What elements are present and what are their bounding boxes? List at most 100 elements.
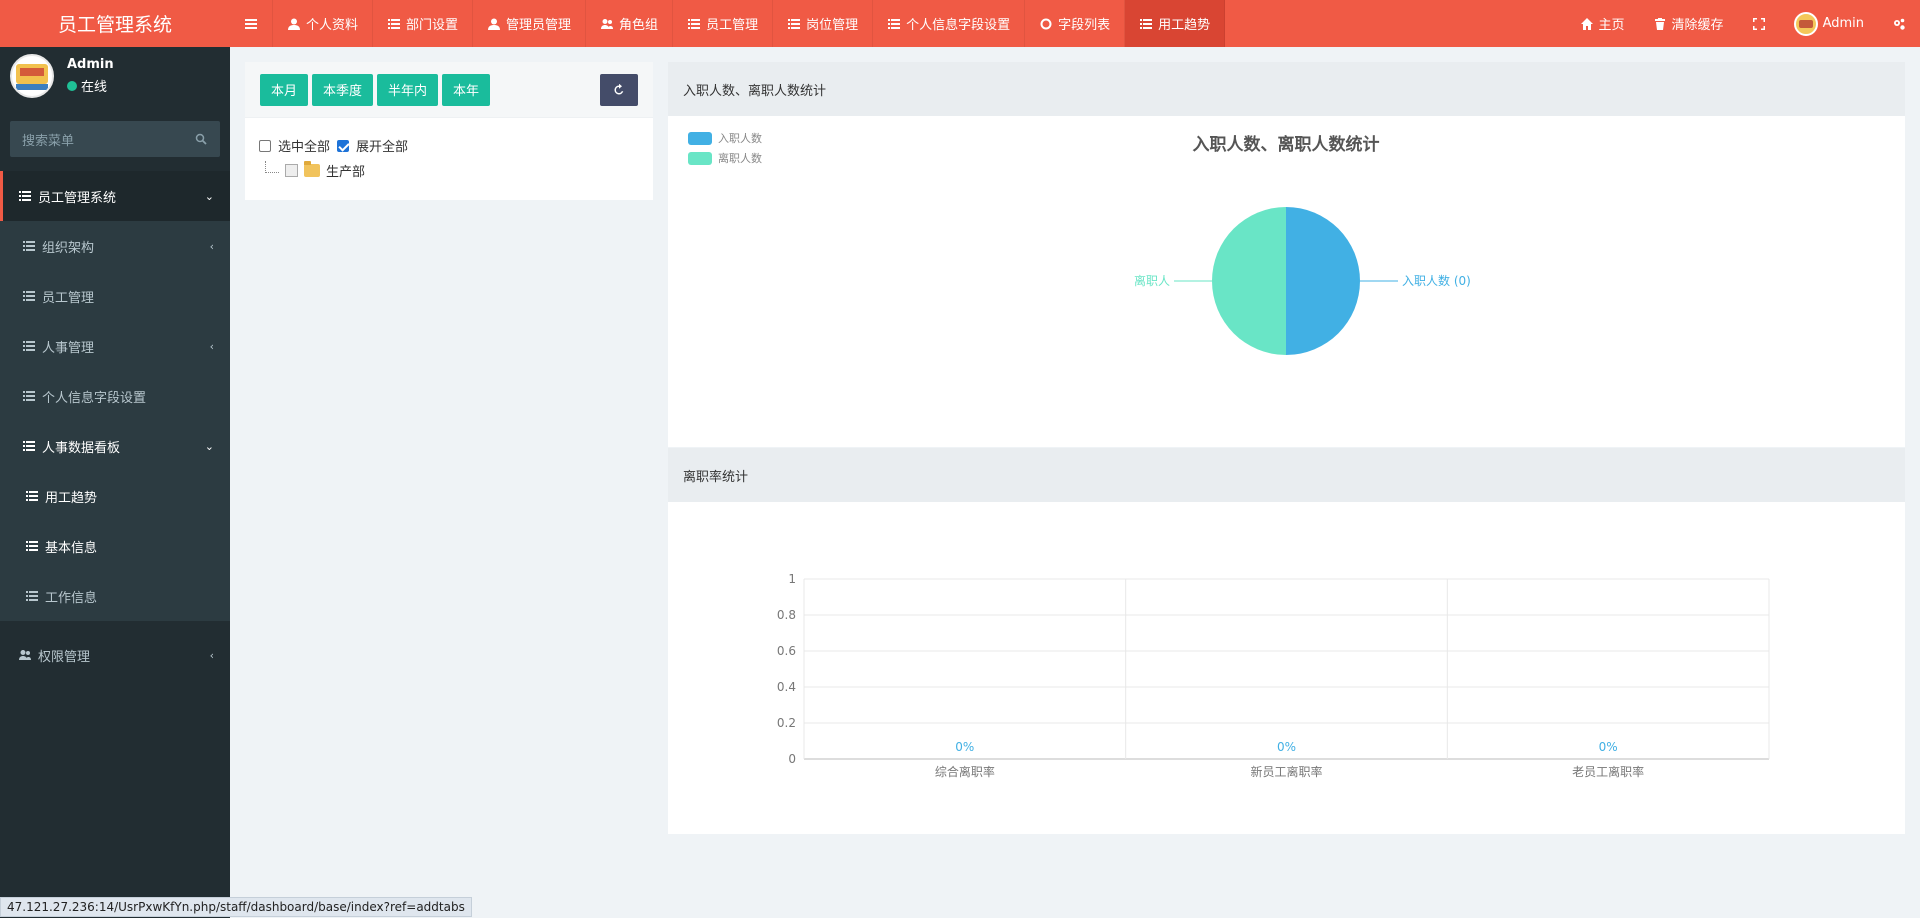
sidebar-item-label: 人事数据看板 xyxy=(42,440,121,456)
x-tick-label: 新员工离职率 xyxy=(1250,764,1322,779)
list-icon xyxy=(22,289,36,303)
legend-swatch[interactable] xyxy=(688,152,712,165)
bar-chart: 0 0.2 0.4 0.6 0.8 1 0% 综合离职率 0% 新员工离职率 0% 老员工离职率 xyxy=(777,572,1770,779)
user-info: Admin 在线 xyxy=(67,57,114,95)
pie-slice[interactable] xyxy=(1286,207,1360,355)
sidebar-item-label: 用工趋势 xyxy=(45,490,98,506)
trash-icon xyxy=(1653,17,1667,31)
app-logo[interactable]: 员工管理系统 xyxy=(0,0,230,47)
sidebar-item-label: 工作信息 xyxy=(45,590,98,606)
select-all-checkbox[interactable] xyxy=(259,139,271,152)
bar-data-label: 0% xyxy=(1277,740,1296,754)
search-icon[interactable] xyxy=(194,132,208,146)
y-tick-label: 0.8 xyxy=(777,608,796,622)
legend-label[interactable]: 离职人数 xyxy=(718,151,762,165)
sidebar-item-basic-info[interactable]: 基本信息 xyxy=(0,521,230,571)
refresh-button[interactable] xyxy=(600,73,638,106)
fullscreen-button[interactable] xyxy=(1738,0,1780,47)
tab-personal-profile[interactable]: 个人资料 xyxy=(273,0,374,47)
list-icon xyxy=(687,17,701,31)
hire-leave-stats-card: 入职人数、离职人数统计 入职人数、离职人数统计 入职人数 离职人数 入职人数 (0) 离… xyxy=(668,62,1905,447)
sidebar-item-hr-management[interactable]: 人事管理 ‹ xyxy=(0,321,230,371)
list-icon xyxy=(887,17,901,31)
sidebar-item-work-info[interactable]: 工作信息 xyxy=(0,571,230,621)
chevron-left-icon: ‹ xyxy=(209,648,214,662)
sidebar-item-personal-field-settings[interactable]: 个人信息字段设置 xyxy=(0,371,230,421)
home-icon xyxy=(1580,17,1594,31)
tab-label: 员工管理 xyxy=(706,18,759,33)
period-button-group: 本月 本季度 半年内 本年 xyxy=(260,73,491,106)
tab-employee-management[interactable]: 员工管理 xyxy=(673,0,774,47)
list-icon xyxy=(25,539,39,553)
chevron-down-icon: ⌄ xyxy=(204,189,214,203)
this-month-button[interactable]: 本月 xyxy=(260,73,309,106)
tab-label: 字段列表 xyxy=(1058,18,1111,33)
user-panel: Admin 在线 xyxy=(0,47,230,105)
half-year-button[interactable]: 半年内 xyxy=(377,73,439,106)
tab-employment-trend[interactable]: 用工趋势 xyxy=(1125,0,1226,47)
user-icon xyxy=(487,17,501,31)
pie-slice[interactable] xyxy=(1212,207,1286,355)
this-quarter-button[interactable]: 本季度 xyxy=(312,73,374,106)
tree-node[interactable]: 生产部 xyxy=(245,155,653,180)
list-icon xyxy=(22,389,36,403)
clear-cache-button[interactable]: 清除缓存 xyxy=(1639,0,1738,47)
tab-label: 个人资料 xyxy=(306,18,359,33)
card-header: 离职率统计 xyxy=(668,448,1905,502)
users-icon xyxy=(18,648,32,662)
sidebar-item-org-structure[interactable]: 组织架构 ‹ xyxy=(0,221,230,271)
tab-department-settings[interactable]: 部门设置 xyxy=(373,0,474,47)
list-icon xyxy=(25,589,39,603)
pie-label: 入职人数 (0) xyxy=(1402,273,1471,288)
gears-icon xyxy=(1892,17,1906,31)
expand-all-checkbox[interactable] xyxy=(337,139,350,152)
legend-swatch[interactable] xyxy=(688,132,712,145)
tab-label: 部门设置 xyxy=(406,18,459,33)
sidebar-item-employment-trend[interactable]: 用工趋势 xyxy=(0,471,230,521)
tab-role-group[interactable]: 角色组 xyxy=(586,0,674,47)
user-menu[interactable]: Admin xyxy=(1780,0,1878,47)
list-icon xyxy=(387,17,401,31)
filter-toolbar: 本月 本季度 半年内 本年 xyxy=(245,62,653,118)
clear-cache-label: 清除缓存 xyxy=(1671,18,1724,33)
bar-data-label: 0% xyxy=(955,740,974,754)
sidebar-item-permission-management[interactable]: 权限管理 ‹ xyxy=(0,630,230,680)
tab-admin-management[interactable]: 管理员管理 xyxy=(473,0,587,47)
sidebar-item-employee-management[interactable]: 员工管理 xyxy=(0,271,230,321)
status-url: 47.121.27.236:14/UsrPxwKfYn.php/staff/da… xyxy=(0,897,472,917)
user-status: 在线 xyxy=(67,76,114,95)
sidebar-item-label: 权限管理 xyxy=(38,649,91,665)
list-icon xyxy=(25,489,39,503)
sidebar-item-label: 人事管理 xyxy=(42,340,95,356)
search-menu-input[interactable]: 搜索菜单 xyxy=(10,121,220,157)
tab-label: 角色组 xyxy=(619,18,659,33)
tree-node-checkbox[interactable] xyxy=(285,164,298,177)
tab-personal-field-settings[interactable]: 个人信息字段设置 xyxy=(873,0,1026,47)
home-link[interactable]: 主页 xyxy=(1566,0,1639,47)
top-navbar: 个人资料 部门设置 管理员管理 角色组 员工管理 岗位管理 个人信息字段设置 字… xyxy=(230,0,1920,47)
tab-label: 管理员管理 xyxy=(506,18,572,33)
y-tick-label: 0.6 xyxy=(777,644,796,658)
y-tick-label: 1 xyxy=(788,572,796,586)
fullscreen-icon xyxy=(1752,17,1766,31)
top-nav-right: 主页 清除缓存 Admin xyxy=(1566,0,1920,47)
legend-label[interactable]: 入职人数 xyxy=(718,132,762,145)
this-year-button[interactable]: 本年 xyxy=(442,73,491,106)
bar-data-label: 0% xyxy=(1599,740,1618,754)
settings-button[interactable] xyxy=(1878,0,1920,47)
sidebar-item-staff-system[interactable]: 员工管理系统 ⌄ xyxy=(0,171,230,221)
home-label: 主页 xyxy=(1598,18,1625,33)
online-dot-icon xyxy=(67,80,77,91)
sidebar-item-hr-dashboard[interactable]: 人事数据看板 ⌄ xyxy=(0,421,230,471)
list-icon xyxy=(18,189,32,203)
sidebar-item-label: 组织架构 xyxy=(42,240,95,256)
list-icon xyxy=(787,17,801,31)
list-icon xyxy=(22,439,36,453)
sidebar-toggle-button[interactable] xyxy=(230,0,273,47)
top-nav-tabs: 个人资料 部门设置 管理员管理 角色组 员工管理 岗位管理 个人信息字段设置 字… xyxy=(230,0,1226,47)
tab-field-list[interactable]: 字段列表 xyxy=(1025,0,1126,47)
y-tick-label: 0 xyxy=(788,752,796,766)
tab-label: 岗位管理 xyxy=(806,18,859,33)
y-tick-label: 0.2 xyxy=(777,716,796,730)
tab-position-management[interactable]: 岗位管理 xyxy=(773,0,874,47)
